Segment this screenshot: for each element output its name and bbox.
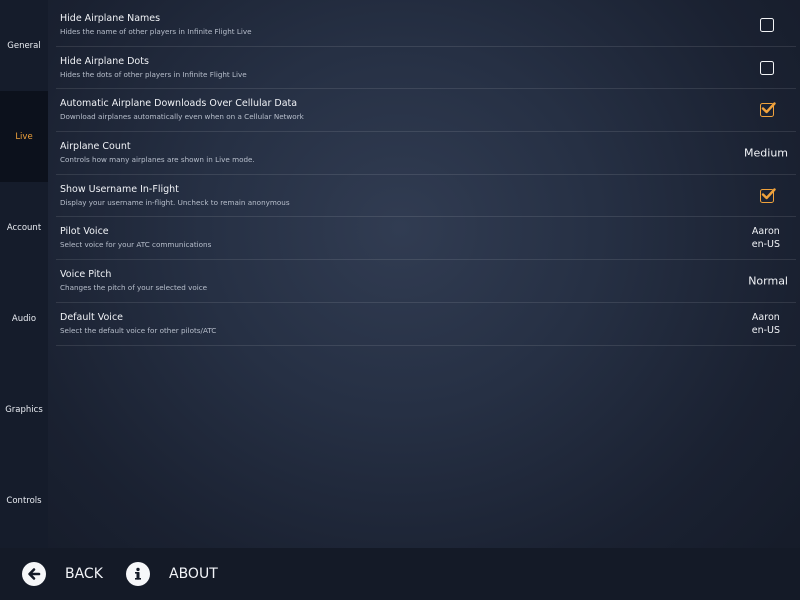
setting-description: Select voice for your ATC communications [60,240,212,250]
setting-title: Hide Airplane Dots [60,55,149,67]
back-button[interactable]: BACK [22,560,103,588]
settings-list: Hide Airplane Names Hides the name of ot… [56,4,796,346]
voice-name: Aaron [751,226,780,238]
voice-locale: en-US [751,324,780,336]
setting-title: Voice Pitch [60,269,112,281]
hide-names-checkbox[interactable] [760,17,774,32]
setting-title: Automatic Airplane Downloads Over Cellul… [60,98,298,110]
setting-value: Medium [744,146,788,160]
checkmark-icon [761,102,776,114]
show-username-checkbox[interactable] [760,187,776,203]
setting-hide-airplane-dots[interactable]: Hide Airplane Dots Hides the dots of oth… [56,47,796,90]
setting-title: Hide Airplane Names [60,13,161,24]
setting-description: Download airplanes automatically even wh… [60,112,304,122]
setting-pilot-voice[interactable]: Pilot Voice Select voice for your ATC co… [56,217,796,261]
sidebar-item-account[interactable]: Account [0,182,48,273]
arrow-left-icon [22,562,46,586]
setting-title: Show Username In-Flight [60,183,179,195]
setting-value: Normal [748,274,788,288]
sidebar: General Live Account Audio Graphics Cont… [0,0,48,548]
setting-description: Hides the dots of other players in Infin… [60,69,247,79]
voice-name: Aaron [751,311,780,323]
setting-description: Changes the pitch of your selected voice [60,283,208,293]
setting-description: Display your username in-flight. Uncheck… [60,197,290,207]
bottom-bar: BACK ABOUT [0,548,800,600]
setting-description: Select the default voice for other pilot… [60,325,217,335]
sidebar-item-label: Account [6,222,42,233]
setting-cellular-downloads[interactable]: Automatic Airplane Downloads Over Cellul… [56,89,796,133]
info-icon [126,562,150,586]
setting-title: Pilot Voice [60,226,109,238]
setting-description: Hides the name of other players in Infin… [60,27,252,36]
back-label: BACK [65,566,103,582]
about-button[interactable]: ABOUT [126,560,218,588]
sidebar-item-label: Controls [6,495,42,506]
sidebar-item-label: Graphics [5,404,43,415]
setting-hide-airplane-names[interactable]: Hide Airplane Names Hides the name of ot… [56,4,796,47]
setting-default-voice[interactable]: Default Voice Select the default voice f… [56,303,796,346]
voice-locale: en-US [751,239,780,251]
sidebar-item-live[interactable]: Live [0,91,48,182]
sidebar-item-general[interactable]: General [0,0,48,91]
sidebar-item-label: Live [15,131,33,142]
sidebar-item-graphics[interactable]: Graphics [0,364,48,455]
setting-value: Aaron en-US [752,311,780,337]
checkmark-icon [761,187,776,199]
hide-dots-checkbox[interactable] [760,60,774,75]
setting-airplane-count[interactable]: Airplane Count Controls how many airplan… [56,132,796,175]
setting-title: Default Voice [60,311,124,323]
setting-value: Aaron en-US [752,225,780,251]
sidebar-item-audio[interactable]: Audio [0,273,48,364]
sidebar-item-controls[interactable]: Controls [0,455,48,546]
setting-title: Airplane Count [60,141,131,153]
settings-screen: General Live Account Audio Graphics Cont… [0,0,800,600]
setting-show-username[interactable]: Show Username In-Flight Display your use… [56,175,796,218]
setting-description: Controls how many airplanes are shown in… [60,155,255,165]
sidebar-item-label: Audio [11,313,37,324]
sidebar-item-label: General [7,40,41,51]
cellular-downloads-checkbox[interactable] [760,102,776,118]
setting-voice-pitch[interactable]: Voice Pitch Changes the pitch of your se… [56,260,796,303]
about-label: ABOUT [169,566,218,582]
